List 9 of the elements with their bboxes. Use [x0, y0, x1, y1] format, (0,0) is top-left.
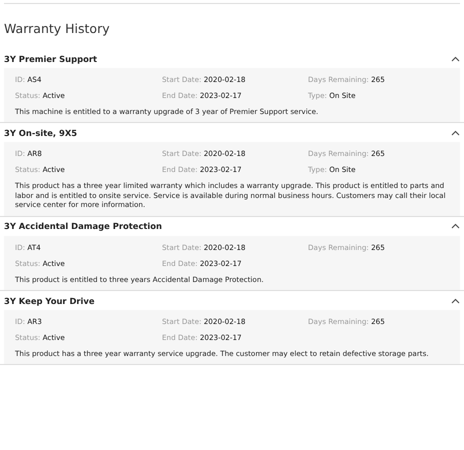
- warranty-title: 3Y Premier Support: [4, 54, 97, 64]
- chevron-icon[interactable]: [451, 56, 460, 62]
- chevron-icon[interactable]: [451, 223, 460, 230]
- warranty-title: 3Y Accidental Damage Protection: [4, 221, 162, 232]
- warranty-title: 3Y On-site, 9X5: [4, 128, 78, 138]
- warranty-title: 3Y Keep Your Drive: [4, 296, 95, 306]
- page-title: Warranty History: [3, 20, 111, 38]
- chevron-icon[interactable]: [451, 298, 460, 304]
- chevron-icon[interactable]: [451, 130, 460, 136]
